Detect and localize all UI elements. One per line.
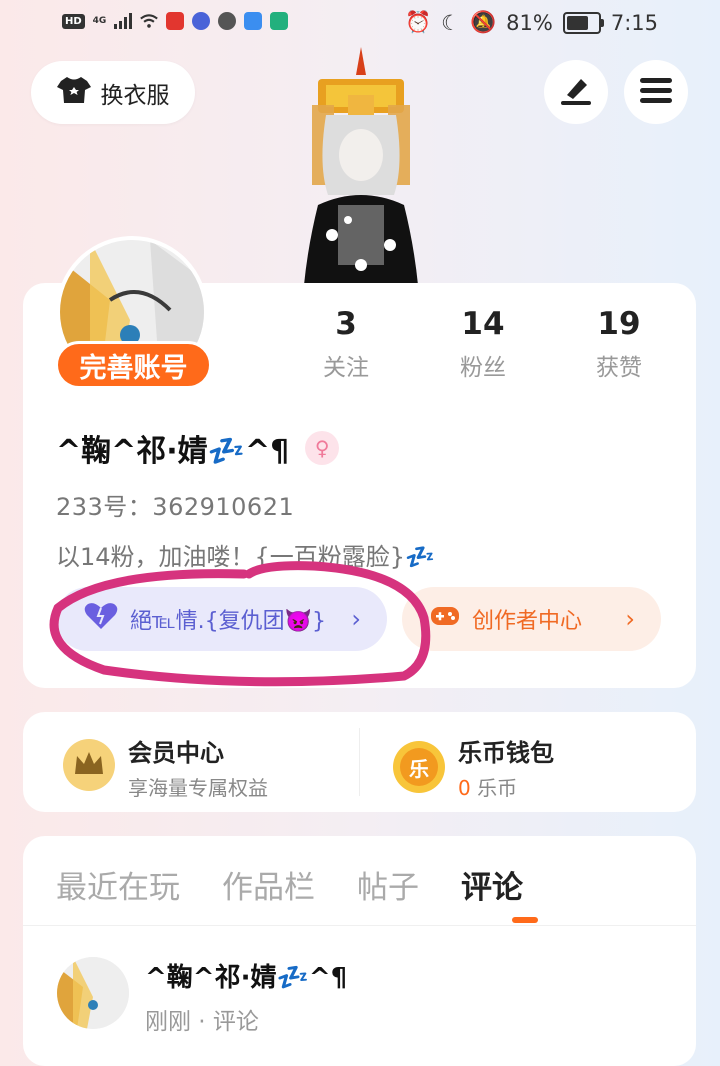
coin-unit: 乐币: [470, 776, 518, 800]
moon-icon: ☾: [441, 10, 460, 35]
gamepad-icon: [430, 604, 460, 634]
tab-divider: [23, 925, 696, 926]
tab-comments[interactable]: 评论: [461, 862, 523, 907]
hd-badge: HD: [62, 13, 85, 29]
fans-label: 粉丝: [460, 355, 506, 381]
group-heart-icon: [84, 602, 118, 636]
hamburger-icon: [640, 77, 672, 107]
comment-meta: 刚刚 · 评论: [145, 1009, 259, 1035]
shirt-icon: [56, 75, 91, 111]
divider: [359, 728, 360, 796]
alarm-icon: ⏰: [405, 10, 432, 34]
tab-posts[interactable]: 帖子: [357, 862, 419, 907]
avatar-character[interactable]: [298, 45, 424, 285]
mute-bell-icon: 🔕: [469, 10, 497, 34]
pen-icon: [559, 75, 593, 109]
status-right-icons: ⏰ ☾ 🔕 81% 7:15: [405, 10, 658, 35]
tab-works[interactable]: 作品栏: [222, 862, 315, 907]
wifi-icon: [140, 12, 159, 30]
coin-balance: 0 乐币: [458, 772, 554, 801]
stat-fans[interactable]: 14 粉丝: [423, 306, 543, 382]
nickname: ^鞠^祁·婧💤^¶: [56, 434, 290, 469]
tab-recently-played[interactable]: 最近在玩: [56, 862, 180, 907]
battery-percent: 81%: [506, 10, 553, 35]
clock-time: 7:15: [610, 10, 658, 35]
chevron-right-icon: ›: [351, 605, 361, 633]
status-bar: HD 4G ⏰ ☾ 🔕 81% 7:15: [0, 0, 720, 50]
complete-account-button[interactable]: 完善账号: [55, 341, 212, 389]
stat-following[interactable]: 3 关注: [286, 306, 406, 382]
dress-up-button[interactable]: 换衣服: [31, 61, 195, 124]
dress-up-label: 换衣服: [100, 82, 170, 109]
group-label: 絕℡情.{复仇团👿}: [130, 609, 327, 634]
vip-center-entry[interactable]: 会员中心 享海量专属权益: [62, 733, 268, 801]
reader-app-icon: [270, 12, 289, 30]
vip-title: 会员中心: [128, 739, 224, 767]
cloud-icon: [244, 12, 263, 30]
network-type: 4G: [92, 15, 107, 26]
fans-count: 14: [461, 306, 505, 342]
bio: 以14粉，加油喽！{一百粉露脸}💤: [56, 543, 435, 571]
wechat-icon: [218, 12, 237, 30]
menu-button[interactable]: [624, 60, 688, 124]
coin-wallet-entry[interactable]: 乐 乐币钱包 0 乐币: [392, 733, 554, 801]
status-left-icons: HD 4G: [62, 12, 289, 30]
stat-likes[interactable]: 19 获赞: [559, 306, 679, 382]
coin-amount: 0: [458, 776, 471, 800]
crown-icon: [62, 738, 116, 796]
creator-center-label: 创作者中心: [472, 609, 583, 634]
likes-label: 获赞: [596, 355, 642, 381]
comment-avatar[interactable]: [57, 957, 129, 1029]
profile-tabs: 最近在玩 作品栏 帖子 评论: [56, 862, 523, 907]
group-pill-button[interactable]: 絕℡情.{复仇团👿} ›: [56, 587, 387, 651]
following-count: 3: [335, 306, 357, 342]
female-gender-icon: ♀: [305, 431, 340, 465]
creator-center-button[interactable]: 创作者中心 ›: [402, 587, 661, 651]
app-notification-icon: [166, 12, 185, 30]
likes-count: 19: [597, 306, 641, 342]
chevron-right-icon: ›: [625, 605, 635, 633]
user-id[interactable]: 233号：362910621: [56, 487, 294, 522]
signal-icon: [114, 12, 133, 30]
comment-author-name[interactable]: ^鞠^祁·婧💤^¶: [145, 957, 347, 994]
active-tab-indicator: [512, 917, 538, 923]
following-label: 关注: [323, 355, 369, 381]
coin-icon: 乐: [392, 740, 446, 794]
coin-icon-char: 乐: [409, 756, 429, 781]
vip-subtitle: 享海量专属权益: [128, 776, 268, 800]
coin-wallet-title: 乐币钱包: [458, 739, 554, 767]
music-app-icon: [192, 12, 211, 30]
edit-profile-button[interactable]: [544, 60, 608, 124]
battery-icon: [562, 11, 604, 34]
nickname-row: ^鞠^祁·婧💤^¶ ♀: [56, 426, 340, 470]
